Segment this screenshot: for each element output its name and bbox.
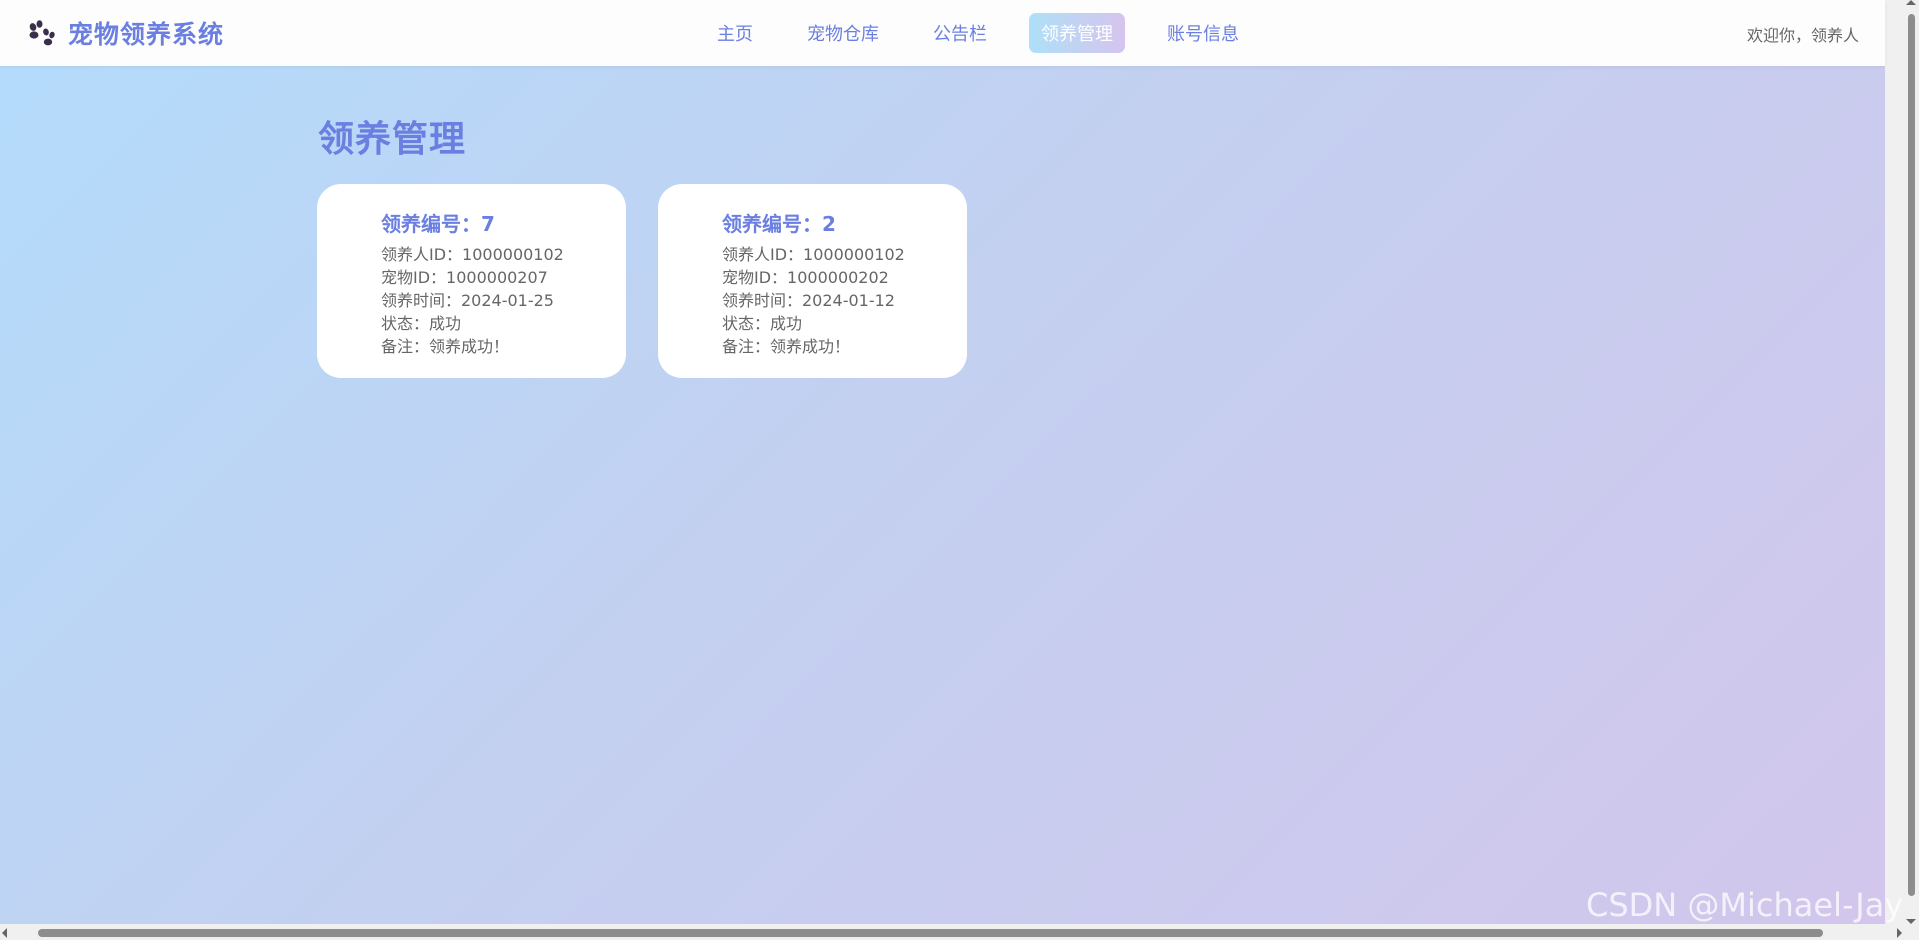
adoption-status: 状态：成功 bbox=[722, 314, 803, 333]
nav-item-account-info[interactable]: 账号信息 bbox=[1155, 13, 1251, 53]
adoption-status: 状态：成功 bbox=[381, 314, 462, 333]
scroll-up-arrow-icon[interactable] bbox=[1906, 0, 1916, 5]
top-navbar: 宠物领养系统 主页 宠物仓库 公告栏 领养管理 账号信息 欢迎你，领养人 bbox=[0, 0, 1885, 66]
watermark: CSDN @Michael-Jay bbox=[1586, 886, 1904, 924]
page-background: 宠物领养系统 主页 宠物仓库 公告栏 领养管理 账号信息 欢迎你，领养人 领养管… bbox=[0, 0, 1903, 924]
scrollbar-corner bbox=[1904, 924, 1919, 940]
page-title: 领养管理 bbox=[318, 119, 467, 160]
scroll-right-arrow-icon[interactable] bbox=[1897, 928, 1902, 938]
nav-item-pet-warehouse[interactable]: 宠物仓库 bbox=[795, 13, 891, 53]
adoption-number: 领养编号：2 bbox=[722, 212, 836, 236]
brand[interactable]: 宠物领养系统 bbox=[26, 15, 224, 51]
horizontal-scroll-thumb[interactable] bbox=[38, 929, 1823, 937]
horizontal-scrollbar[interactable] bbox=[0, 924, 1904, 940]
brand-title: 宠物领养系统 bbox=[68, 20, 225, 49]
nav-item-bulletin[interactable]: 公告栏 bbox=[921, 13, 999, 53]
adoption-note: 备注：领养成功！ bbox=[722, 337, 851, 356]
paw-icon bbox=[29, 20, 55, 46]
welcome-text: 欢迎你，领养人 bbox=[1746, 26, 1859, 45]
pet-id: 宠物ID：1000000207 bbox=[381, 268, 548, 287]
adoption-card-list: 领养编号：7 领养人ID：1000000102 宠物ID：1000000207 … bbox=[317, 184, 999, 378]
nav-item-home[interactable]: 主页 bbox=[705, 13, 765, 53]
adoption-time: 领养时间：2024-01-25 bbox=[381, 291, 554, 310]
nav-item-adoption-management[interactable]: 领养管理 bbox=[1029, 13, 1125, 53]
adoption-card[interactable]: 领养编号：7 领养人ID：1000000102 宠物ID：1000000207 … bbox=[317, 184, 626, 378]
main-nav: 主页 宠物仓库 公告栏 领养管理 账号信息 bbox=[705, 13, 1281, 53]
adopter-id: 领养人ID：1000000102 bbox=[381, 245, 564, 264]
adoption-number: 领养编号：7 bbox=[381, 212, 495, 236]
vertical-scrollbar[interactable] bbox=[1904, 0, 1919, 924]
adoption-card[interactable]: 领养编号：2 领养人ID：1000000102 宠物ID：1000000202 … bbox=[658, 184, 967, 378]
adoption-note: 备注：领养成功！ bbox=[381, 337, 510, 356]
pet-id: 宠物ID：1000000202 bbox=[722, 268, 889, 287]
vertical-scroll-thumb[interactable] bbox=[1908, 14, 1915, 896]
adoption-time: 领养时间：2024-01-12 bbox=[722, 291, 895, 310]
scroll-left-arrow-icon[interactable] bbox=[2, 928, 7, 938]
adopter-id: 领养人ID：1000000102 bbox=[722, 245, 905, 264]
